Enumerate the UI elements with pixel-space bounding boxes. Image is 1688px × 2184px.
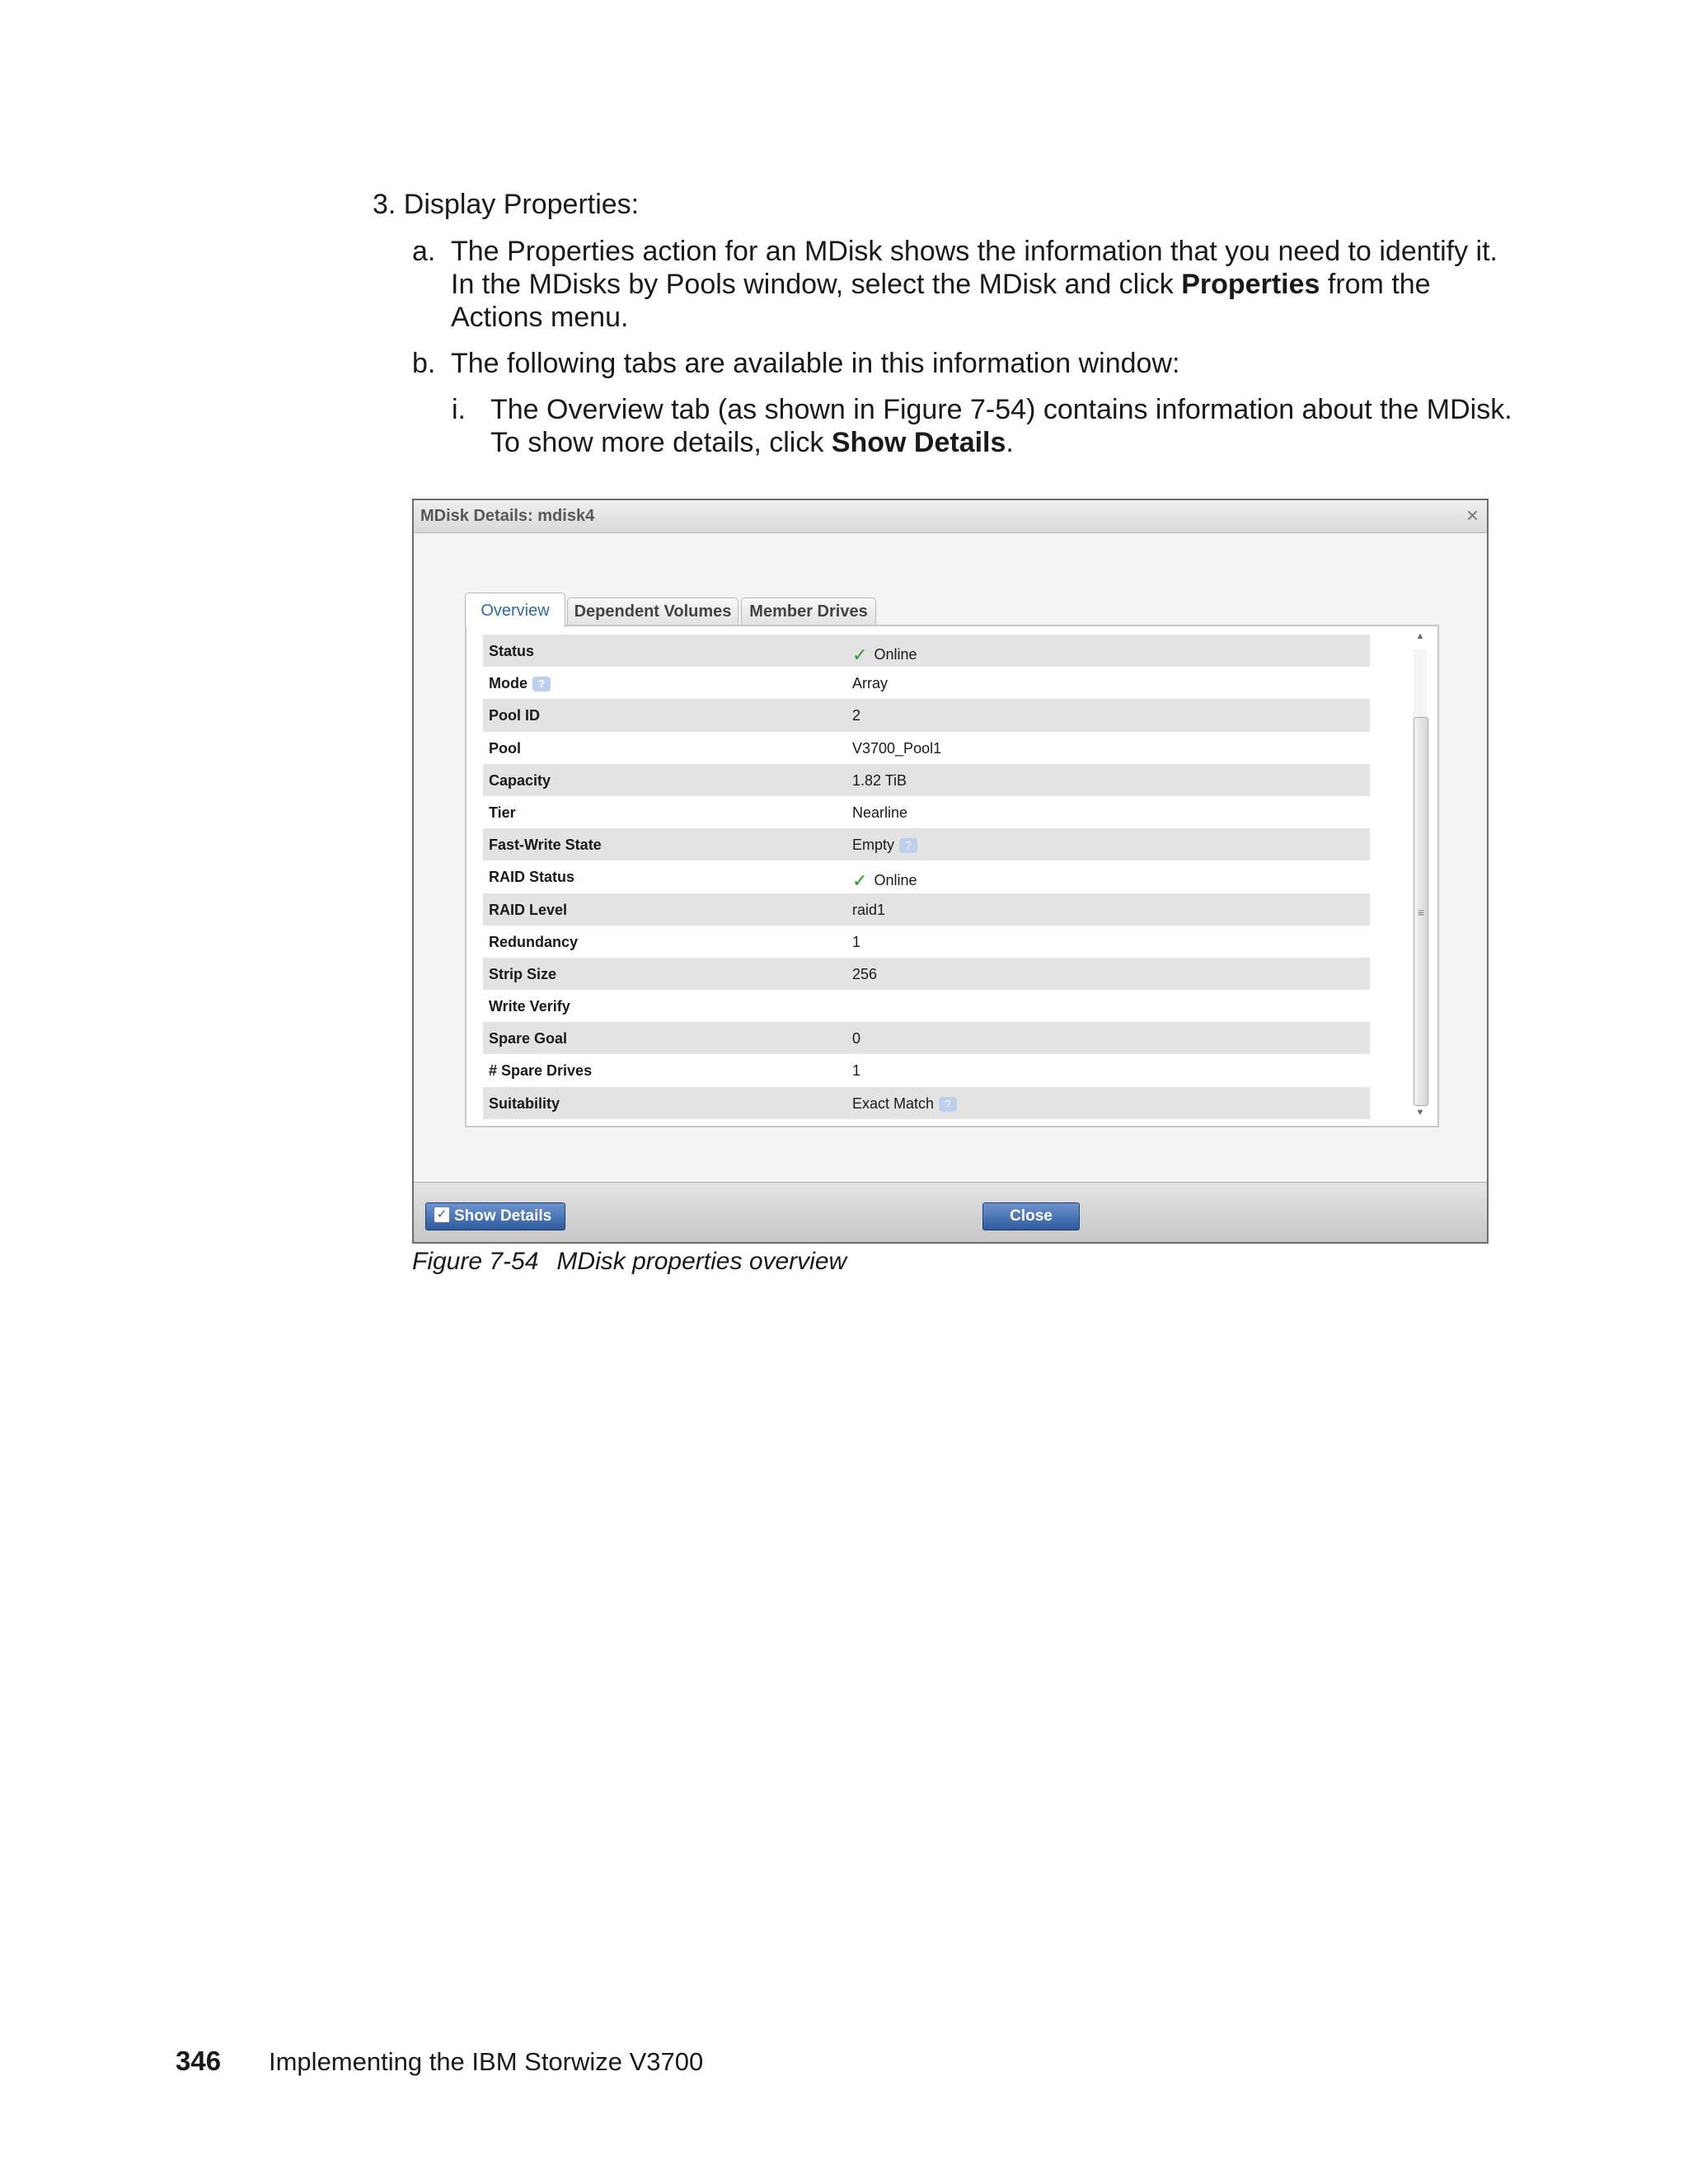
step-a-line-2: In the MDisks by Pools window, select th… — [451, 269, 1431, 300]
property-row-fast-write-state: Fast-Write State Empty? — [483, 828, 1370, 861]
step-b-marker: b. — [412, 348, 436, 379]
property-row-mode: Mode? Array — [483, 667, 1370, 699]
property-row-suitability: Suitability Exact Match? — [483, 1086, 1370, 1119]
property-value: 1.82 TiB — [852, 771, 907, 789]
dialog-footer: ✓ Show Details Close — [414, 1182, 1487, 1242]
property-value: 0 — [852, 1030, 861, 1047]
property-row-raid-level: RAID Level raid1 — [483, 893, 1370, 926]
property-label: Capacity — [489, 771, 551, 789]
property-value: 2 — [852, 707, 861, 724]
property-value: Array — [852, 675, 889, 692]
grip-icon: ≡ — [1418, 906, 1425, 919]
property-label: Status — [489, 643, 535, 659]
step-i-line-2: To show more details, click Show Details… — [490, 427, 1014, 458]
property-row-tier: Tier Nearline — [483, 796, 1370, 828]
show-details-emphasis: Show Details — [831, 427, 1006, 458]
property-row-spare-drives: # Spare Drives 1 — [483, 1054, 1370, 1086]
mdisk-details-dialog: MDisk Details: mdisk4 × Overview Depende… — [412, 499, 1489, 1244]
property-label: Pool — [489, 739, 521, 757]
property-row-raid-status: RAID Status ✓ Online — [483, 860, 1370, 893]
figure-caption: Figure 7-54 MDisk properties overview — [412, 1248, 846, 1276]
tab-dependent-volumes[interactable]: Dependent Volumes — [567, 598, 738, 626]
property-label: Suitability — [489, 1094, 560, 1112]
help-icon[interactable]: ? — [939, 1096, 958, 1112]
properties-emphasis: Properties — [1181, 269, 1320, 300]
tab-overview[interactable]: Overview — [465, 593, 565, 627]
property-label: Tier — [489, 804, 516, 821]
property-label: RAID Level — [489, 901, 568, 918]
property-row-spare-goal: Spare Goal 0 — [483, 1022, 1370, 1055]
help-icon[interactable]: ? — [532, 677, 551, 692]
show-details-label: Show Details — [454, 1207, 552, 1225]
figure-number: Figure 7-54 — [412, 1248, 539, 1275]
property-row-pool: Pool V3700_Pool1 — [483, 732, 1370, 764]
show-details-toggle[interactable]: ✓ Show Details — [425, 1202, 565, 1230]
property-value: 256 — [852, 965, 878, 982]
property-label: Mode? — [489, 675, 551, 692]
property-row-pool-id: Pool ID 2 — [483, 699, 1370, 732]
properties-table: Status ✓ Online Mode? Array Pool ID 2 Poo… — [483, 635, 1370, 1119]
step-3-heading: 3. Display Properties: — [373, 189, 640, 220]
property-label: Spare Goal — [489, 1030, 568, 1047]
property-row-capacity: Capacity 1.82 TiB — [483, 763, 1370, 796]
property-value: Empty? — [852, 837, 918, 854]
step-a-marker: a. — [412, 236, 436, 267]
property-row-write-verify: Write Verify — [483, 990, 1370, 1022]
property-value: Exact Match? — [852, 1095, 958, 1113]
figure-title: MDisk properties overview — [556, 1248, 847, 1275]
tab-member-drives[interactable]: Member Drives — [741, 598, 876, 626]
property-row-strip-size: Strip Size 256 — [483, 957, 1370, 991]
property-label: Redundancy — [489, 933, 579, 950]
property-label: Fast-Write State — [489, 837, 602, 854]
property-label: Strip Size — [489, 965, 557, 982]
property-label: RAID Status — [489, 869, 575, 886]
scrollbar-thumb[interactable]: ≡ — [1414, 717, 1428, 1106]
checkmark-icon: ✓ — [852, 870, 868, 892]
property-value: V3700_Pool1 — [852, 739, 942, 757]
property-value: ✓ Online — [852, 870, 917, 892]
property-label: # Spare Drives — [489, 1062, 593, 1080]
property-label: Pool ID — [489, 707, 540, 724]
step-i-marker: i. — [452, 394, 466, 425]
dialog-title: MDisk Details: mdisk4 — [420, 507, 595, 525]
vertical-scrollbar[interactable]: ▲ ≡ ▼ — [1411, 631, 1429, 1122]
step-a-line-1: The Properties action for an MDisk shows… — [451, 236, 1498, 267]
close-icon[interactable]: × — [1466, 503, 1479, 528]
property-value: raid1 — [852, 901, 886, 918]
book-title: Implementing the IBM Storwize V3700 — [269, 2047, 704, 2076]
property-value: 1 — [852, 1062, 861, 1080]
scroll-up-arrow-icon[interactable]: ▲ — [1411, 631, 1429, 646]
dialog-titlebar: MDisk Details: mdisk4 × — [414, 500, 1487, 533]
close-button[interactable]: Close — [982, 1202, 1080, 1230]
property-row-redundancy: Redundancy 1 — [483, 926, 1370, 958]
step-a-line-3: Actions menu. — [451, 302, 629, 333]
property-label: Write Verify — [489, 998, 570, 1015]
checkmark-icon: ✓ — [852, 644, 868, 665]
property-value: ✓ Online — [852, 644, 917, 665]
overview-panel: Status ✓ Online Mode? Array Pool ID 2 Poo… — [465, 625, 1439, 1127]
property-value: 1 — [852, 933, 861, 950]
step-b-line-1: The following tabs are available in this… — [451, 348, 1180, 379]
property-value: Nearline — [852, 804, 908, 821]
checkbox-checked-icon[interactable]: ✓ — [434, 1207, 449, 1222]
step-i-line-1: The Overview tab (as shown in Figure 7-5… — [490, 394, 1512, 425]
scroll-down-arrow-icon[interactable]: ▼ — [1411, 1108, 1429, 1122]
property-row-status: Status ✓ Online — [483, 635, 1370, 668]
page-number: 346 — [176, 2046, 222, 2076]
help-icon[interactable]: ? — [899, 838, 918, 854]
